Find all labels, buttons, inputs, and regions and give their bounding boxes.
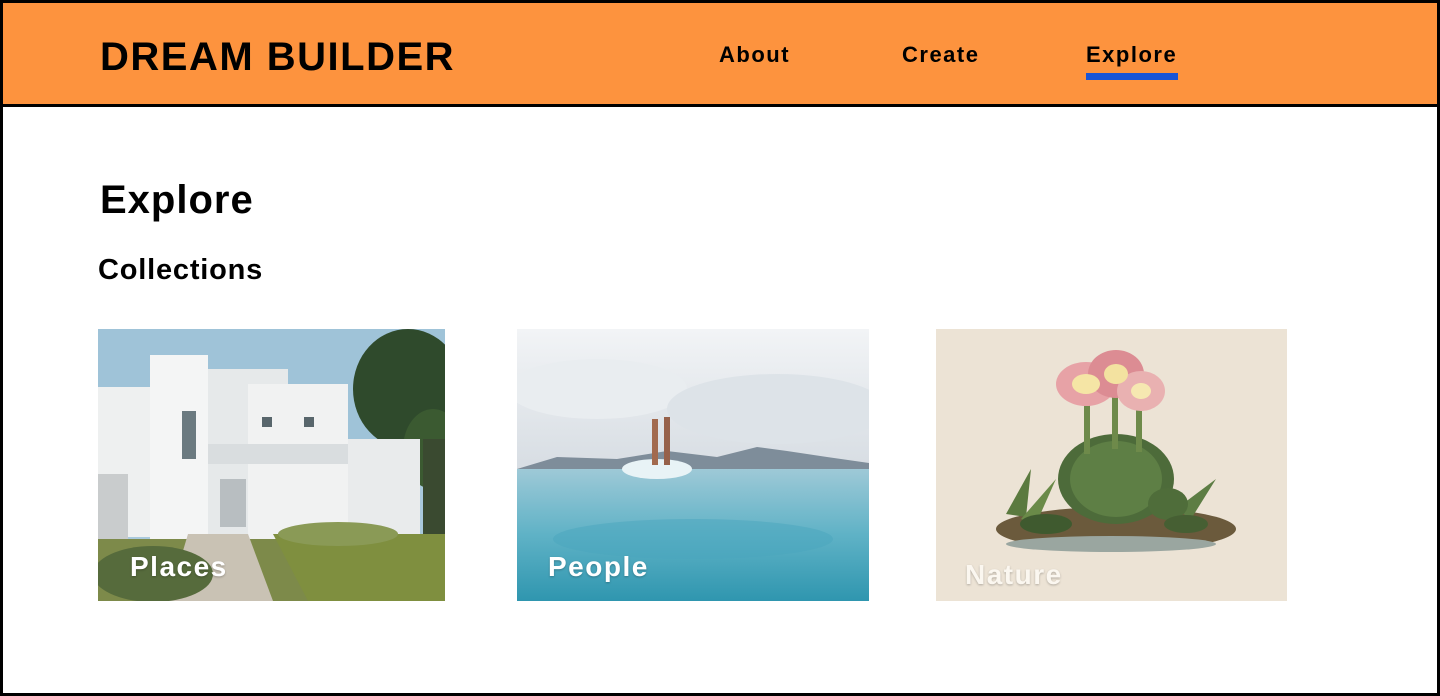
app-frame: DREAM BUILDER About Create Explore Explo… [0, 0, 1440, 696]
top-header: DREAM BUILDER About Create Explore [3, 3, 1437, 107]
nav-about[interactable]: About [719, 42, 790, 68]
page-title: Explore [100, 178, 254, 222]
collection-card-nature[interactable]: Nature [936, 329, 1287, 601]
collection-label-nature: Nature [965, 559, 1063, 590]
collection-label-people: People [548, 551, 649, 582]
collection-card-people[interactable]: People [517, 329, 869, 601]
collections-heading: Collections [98, 254, 264, 286]
collection-label-places: Places [130, 551, 228, 582]
nav-explore[interactable]: Explore [1086, 42, 1177, 68]
nav-active-indicator [1086, 73, 1178, 80]
brand-logo[interactable]: DREAM BUILDER [100, 35, 455, 79]
nav-create[interactable]: Create [902, 42, 979, 68]
collection-card-places[interactable]: Places [98, 329, 445, 601]
